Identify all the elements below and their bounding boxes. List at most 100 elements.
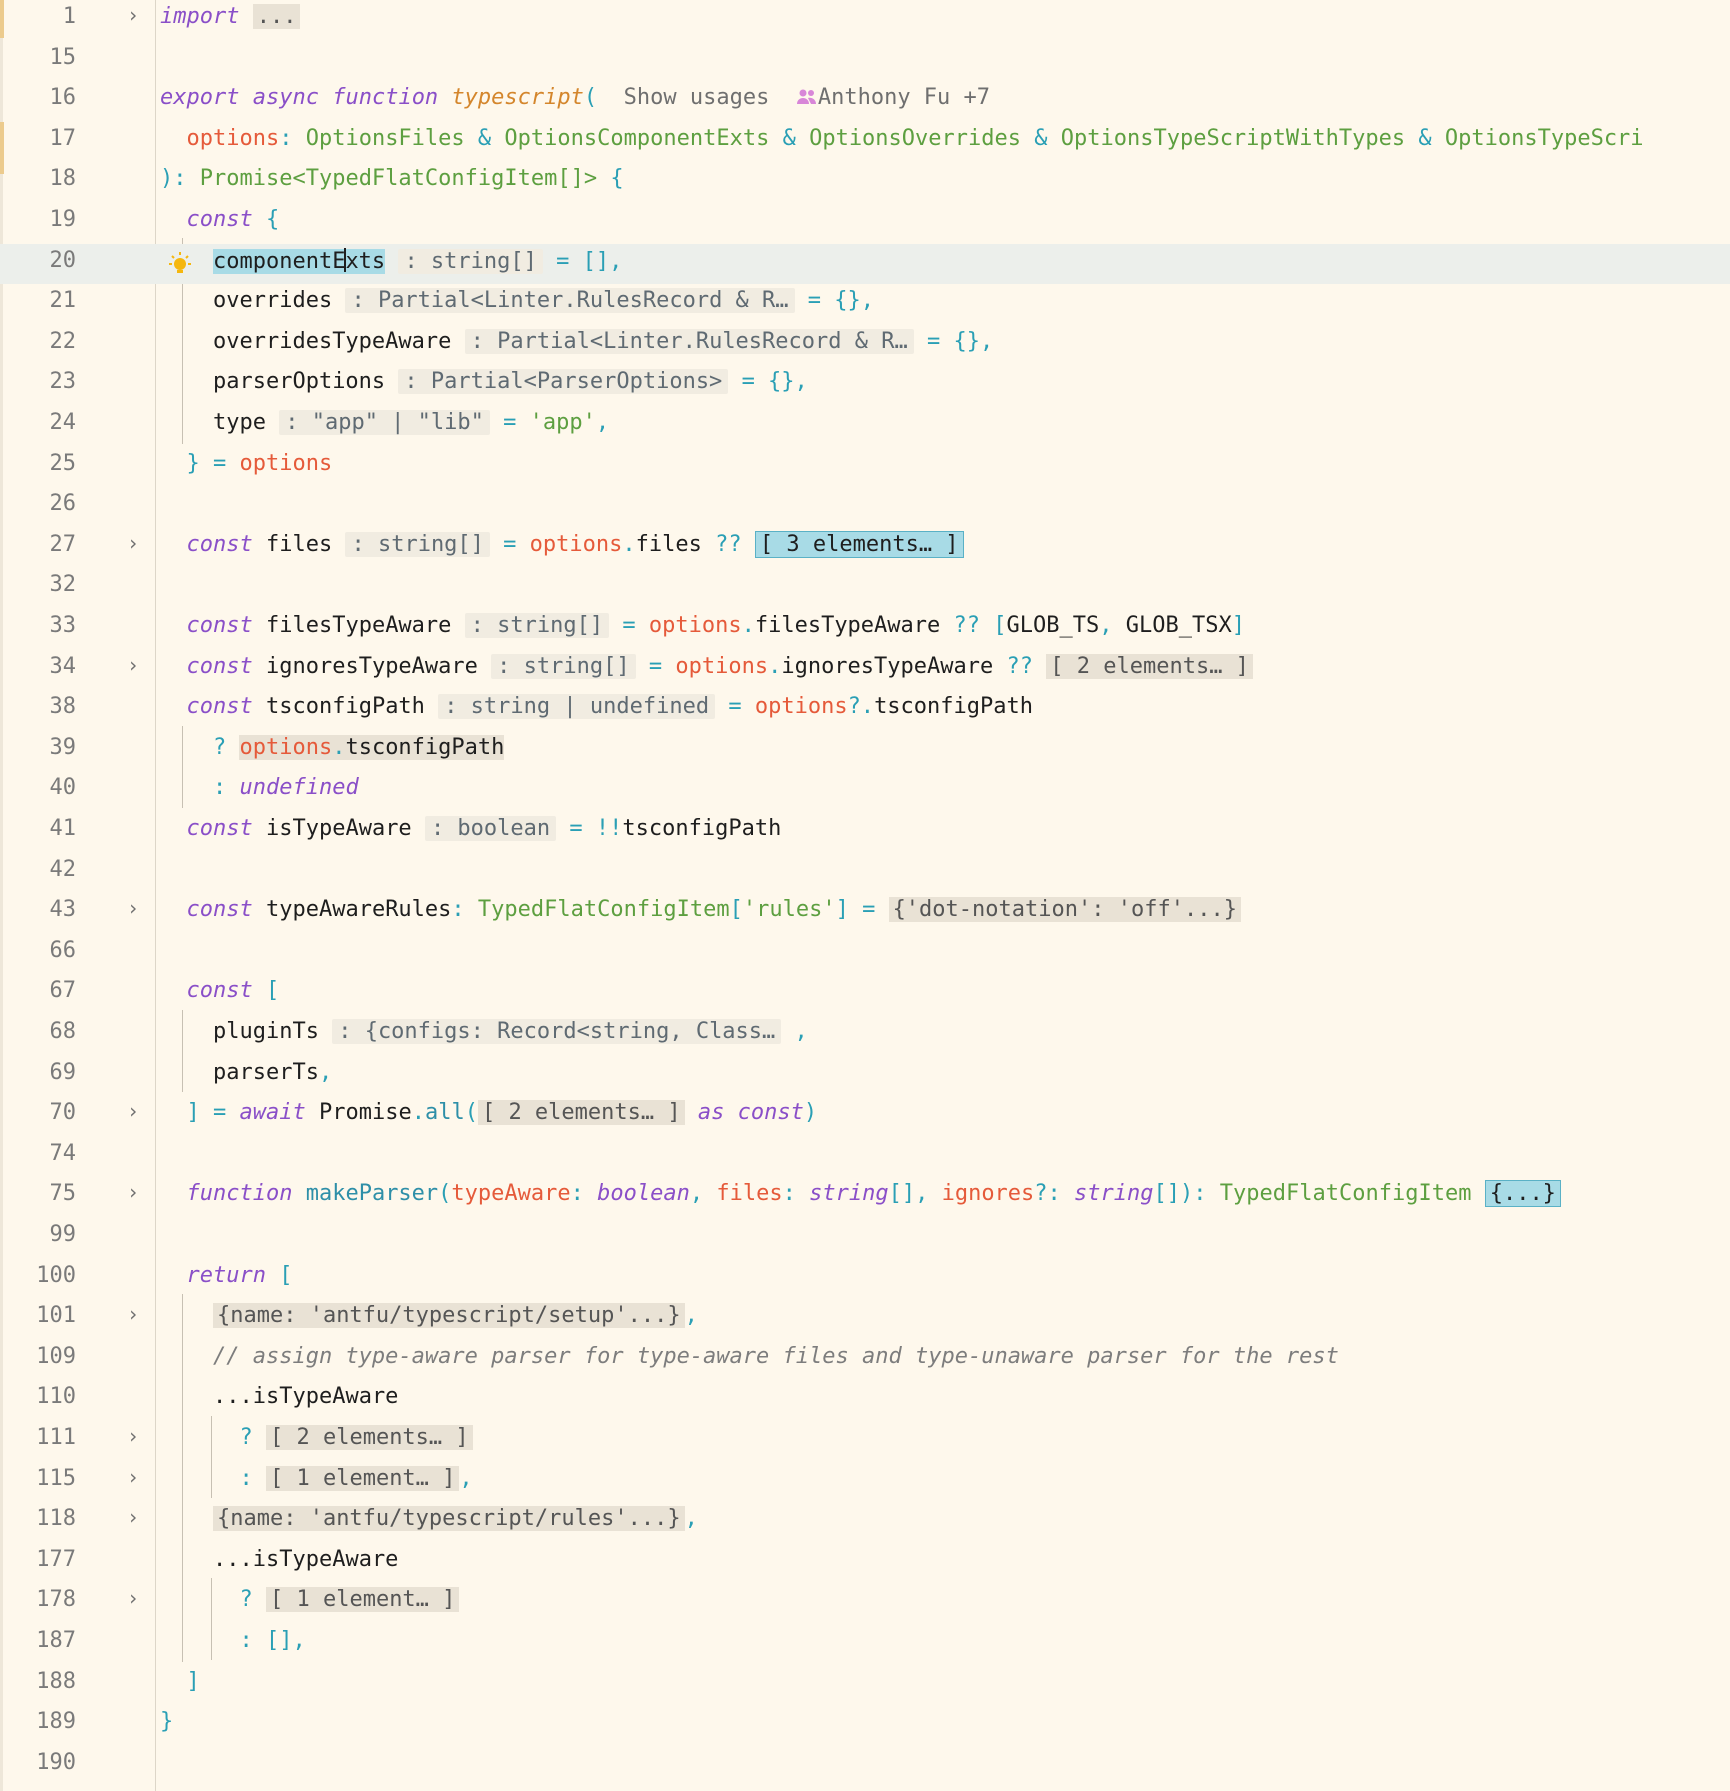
line-number[interactable]: 187 bbox=[0, 1628, 76, 1653]
line-number[interactable]: 115 bbox=[0, 1466, 76, 1491]
line-number[interactable]: 32 bbox=[0, 572, 77, 597]
code-line[interactable]: 18 ): Promise<TypedFlatConfigItem[]> { bbox=[0, 162, 1730, 203]
line-number[interactable]: 70 bbox=[0, 1100, 77, 1125]
line-number[interactable]: 25 bbox=[0, 451, 77, 476]
folded-block[interactable]: [ 1 element… ] bbox=[265, 1465, 460, 1491]
code-line[interactable]: 42 bbox=[0, 853, 1730, 894]
line-number[interactable]: 109 bbox=[0, 1344, 76, 1369]
code-line[interactable]: 34 › const ignoresTypeAware : string[] =… bbox=[0, 650, 1730, 691]
line-number[interactable]: 40 bbox=[0, 775, 77, 800]
line-number[interactable]: 17 bbox=[0, 126, 77, 151]
type-hint[interactable]: : Partial<Linter.RulesRecord & R… bbox=[345, 288, 795, 314]
folded-block-selected[interactable]: {...} bbox=[1484, 1180, 1561, 1208]
code-line[interactable]: 66 bbox=[0, 934, 1730, 975]
folded-block[interactable]: [ 2 elements… ] bbox=[1046, 653, 1253, 679]
type-hint[interactable]: : Partial<ParserOptions> bbox=[398, 369, 729, 395]
type-hint[interactable]: : Partial<Linter.RulesRecord & R… bbox=[464, 328, 914, 354]
folded-block-selected[interactable]: [ 3 elements… ] bbox=[754, 530, 964, 558]
line-number[interactable]: 66 bbox=[0, 938, 77, 963]
code-line[interactable]: 16 export async function typescript( Sho… bbox=[0, 81, 1730, 122]
folded-block[interactable]: [ 2 elements… ] bbox=[265, 1425, 473, 1450]
line-number[interactable]: 75 bbox=[0, 1181, 77, 1206]
line-number[interactable]: 26 bbox=[0, 491, 77, 516]
line-number[interactable]: 39 bbox=[0, 735, 77, 760]
line-number[interactable]: 43 bbox=[0, 897, 77, 922]
code-line[interactable]: 188 ] bbox=[0, 1665, 1730, 1706]
code-line[interactable]: 101 › {name: 'antfu/typescript/setup'...… bbox=[0, 1299, 1730, 1340]
code-line[interactable]: 70 › ] = await Promise.all([ 2 elements…… bbox=[0, 1096, 1730, 1137]
type-hint[interactable]: : string | undefined bbox=[438, 694, 716, 720]
code-line[interactable]: 74 bbox=[0, 1137, 1730, 1178]
type-hint[interactable]: : string[] bbox=[345, 531, 490, 557]
line-number[interactable]: 23 bbox=[0, 369, 77, 394]
line-number[interactable]: 20 bbox=[0, 248, 77, 273]
code-line[interactable]: 40 : undefined bbox=[0, 771, 1730, 812]
code-line[interactable]: 24 type : "app" | "lib" = 'app', bbox=[0, 406, 1730, 447]
code-line[interactable]: 68 pluginTs : {configs: Record<string, C… bbox=[0, 1015, 1730, 1056]
line-number[interactable]: 177 bbox=[0, 1547, 76, 1572]
code-line[interactable]: 189 } bbox=[0, 1705, 1730, 1746]
code-line[interactable]: 100 return [ bbox=[0, 1259, 1730, 1300]
fold-expand-icon[interactable]: › bbox=[124, 1099, 142, 1129]
line-number[interactable]: 67 bbox=[0, 978, 77, 1003]
fold-expand-icon[interactable]: › bbox=[124, 896, 142, 926]
line-number[interactable]: 110 bbox=[0, 1384, 76, 1409]
code-line[interactable]: 190 bbox=[0, 1746, 1730, 1787]
fold-expand-icon[interactable]: › bbox=[124, 653, 142, 683]
line-number[interactable]: 34 bbox=[0, 654, 77, 679]
line-number[interactable]: 189 bbox=[0, 1709, 76, 1734]
code-line[interactable]: 25 } = options bbox=[0, 447, 1730, 488]
line-number[interactable]: 19 bbox=[0, 207, 77, 232]
code-line[interactable]: 33 const filesTypeAware : string[] = opt… bbox=[0, 609, 1730, 650]
line-number[interactable]: 22 bbox=[0, 329, 77, 354]
line-number[interactable]: 16 bbox=[0, 85, 77, 110]
code-line[interactable]: 187 : [], bbox=[0, 1624, 1730, 1665]
code-line[interactable]: 118 › {name: 'antfu/typescript/rules'...… bbox=[0, 1502, 1730, 1543]
folded-block[interactable]: {'dot-notation': 'off'...} bbox=[888, 897, 1241, 923]
folded-imports[interactable]: ... bbox=[252, 4, 301, 29]
code-line[interactable]: 67 const [ bbox=[0, 974, 1730, 1015]
folded-block[interactable]: [ 1 element… ] bbox=[265, 1587, 460, 1613]
code-line[interactable]: 19 const { bbox=[0, 203, 1730, 244]
line-number[interactable]: 15 bbox=[0, 45, 77, 70]
selected-identifier[interactable]: componentExts bbox=[212, 247, 386, 274]
line-number[interactable]: 21 bbox=[0, 288, 77, 313]
type-hint[interactable]: : {configs: Record<string, Class… bbox=[332, 1019, 782, 1044]
line-number[interactable]: 100 bbox=[0, 1263, 76, 1288]
line-number[interactable]: 27 bbox=[0, 532, 77, 557]
line-number[interactable]: 178 bbox=[0, 1587, 76, 1612]
fold-expand-icon[interactable]: › bbox=[124, 1180, 142, 1210]
code-line[interactable]: 99 bbox=[0, 1218, 1730, 1259]
code-line[interactable]: 23 parserOptions : Partial<ParserOptions… bbox=[0, 365, 1730, 406]
type-hint[interactable]: : "app" | "lib" bbox=[279, 410, 490, 435]
line-number[interactable]: 68 bbox=[0, 1019, 77, 1044]
fold-expand-icon[interactable]: › bbox=[124, 531, 142, 561]
code-line[interactable]: 26 bbox=[0, 487, 1730, 528]
code-line[interactable]: 43 › const typeAwareRules: TypedFlatConf… bbox=[0, 893, 1730, 934]
code-line[interactable]: 32 bbox=[0, 568, 1730, 609]
type-hint[interactable]: : string[] bbox=[464, 613, 610, 638]
line-number[interactable]: 69 bbox=[0, 1060, 77, 1085]
fold-expand-icon[interactable]: › bbox=[124, 1465, 142, 1495]
code-line[interactable]: 75 › function makeParser(typeAware: bool… bbox=[0, 1177, 1730, 1218]
code-line[interactable]: 39 ? options.tsconfigPath bbox=[0, 731, 1730, 772]
code-line[interactable]: 38 const tsconfigPath : string | undefin… bbox=[0, 690, 1730, 731]
fold-expand-icon[interactable]: › bbox=[124, 1302, 142, 1332]
authors-inlay[interactable]: Anthony Fu +7 bbox=[796, 85, 990, 110]
code-line[interactable]: 1 › import ... bbox=[0, 0, 1730, 41]
function-name[interactable]: typescript bbox=[451, 85, 583, 110]
code-line[interactable]: 17 options: OptionsFiles & OptionsCompon… bbox=[0, 122, 1730, 163]
line-number[interactable]: 188 bbox=[0, 1669, 76, 1694]
line-number[interactable]: 99 bbox=[0, 1222, 77, 1247]
code-line[interactable]: 21 overrides : Partial<Linter.RulesRecor… bbox=[0, 284, 1730, 325]
fold-expand-icon[interactable]: › bbox=[124, 3, 142, 33]
code-line[interactable]: 69 parserTs, bbox=[0, 1056, 1730, 1097]
line-number[interactable]: 24 bbox=[0, 410, 77, 435]
type-hint[interactable]: : string[] bbox=[398, 248, 543, 274]
type-hint[interactable]: : string[] bbox=[491, 653, 636, 679]
line-number[interactable]: 18 bbox=[0, 166, 77, 191]
fold-expand-icon[interactable]: › bbox=[124, 1505, 142, 1535]
highlighted-expression[interactable]: options.tsconfigPath bbox=[239, 734, 505, 760]
fold-expand-icon[interactable]: › bbox=[124, 1586, 142, 1616]
fold-expand-icon[interactable]: › bbox=[124, 1424, 142, 1454]
